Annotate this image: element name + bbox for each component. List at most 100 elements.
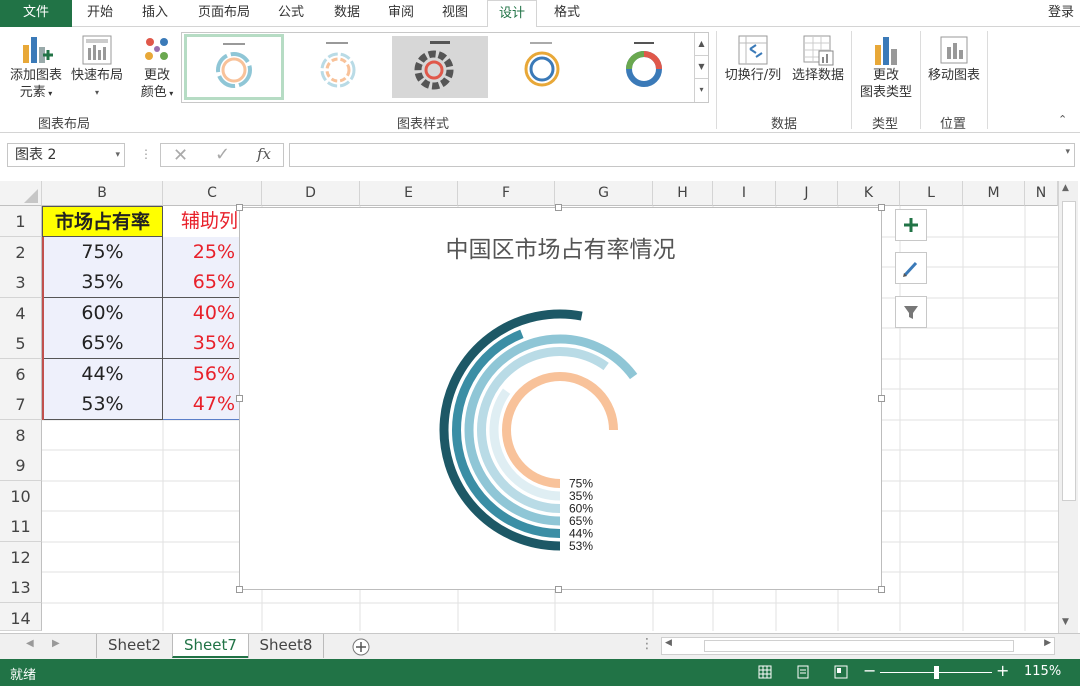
formula-input[interactable]: ▾ xyxy=(289,143,1075,167)
row-header[interactable]: 5 xyxy=(0,328,42,359)
prev-sheet-icon[interactable]: ◀ xyxy=(26,638,34,649)
column-header[interactable]: K xyxy=(838,181,900,206)
row-header[interactable]: 3 xyxy=(0,267,42,298)
scroll-thumb[interactable] xyxy=(1062,201,1076,501)
page-break-view-icon[interactable] xyxy=(834,665,848,679)
vertical-scrollbar[interactable]: ▲ ▼ xyxy=(1058,181,1078,633)
gallery-more-icon[interactable]: ▾ xyxy=(695,79,708,102)
column-header[interactable]: N xyxy=(1025,181,1058,206)
expand-formula-icon[interactable]: ▾ xyxy=(1065,147,1070,157)
chart-style-2[interactable] xyxy=(290,36,386,98)
chart-styles-button[interactable] xyxy=(895,252,927,284)
login-link[interactable]: 登录 xyxy=(1048,0,1074,26)
select-all-corner[interactable] xyxy=(0,181,42,206)
row-header[interactable]: 14 xyxy=(0,603,42,631)
resize-handle[interactable] xyxy=(878,586,885,593)
enter-icon[interactable]: ✓ xyxy=(215,144,230,165)
table-cell[interactable]: 40% xyxy=(163,298,239,329)
column-header[interactable]: E xyxy=(360,181,458,206)
resize-handle[interactable] xyxy=(878,204,885,211)
tab-design[interactable]: 设计 xyxy=(487,0,537,28)
add-sheet-icon[interactable] xyxy=(352,638,370,656)
row-header[interactable]: 12 xyxy=(0,542,42,573)
chart-style-3[interactable] xyxy=(392,36,488,98)
chart-style-1[interactable] xyxy=(184,34,284,100)
scroll-left-icon[interactable]: ◀ xyxy=(665,638,672,648)
normal-view-icon[interactable] xyxy=(758,665,772,679)
scroll-right-icon[interactable]: ▶ xyxy=(1044,638,1051,648)
table-cell[interactable]: 53% xyxy=(42,389,163,420)
scroll-up-icon[interactable]: ▲ xyxy=(1062,183,1069,193)
radial-bar[interactable] xyxy=(502,372,618,488)
tab-review[interactable]: 审阅 xyxy=(376,0,426,27)
row-header[interactable]: 6 xyxy=(0,359,42,390)
column-header[interactable]: H xyxy=(653,181,713,206)
row-header[interactable]: 4 xyxy=(0,298,42,329)
table-cell[interactable]: 65% xyxy=(42,328,163,359)
zoom-out-icon[interactable]: − xyxy=(863,661,876,680)
gallery-up-icon[interactable]: ▲ xyxy=(695,33,708,56)
scroll-thumb[interactable] xyxy=(704,640,1014,652)
column-header[interactable]: J xyxy=(776,181,838,206)
gallery-scroll[interactable]: ▲ ▼ ▾ xyxy=(694,33,708,102)
resize-handle[interactable] xyxy=(555,204,562,211)
resize-handle[interactable] xyxy=(236,204,243,211)
column-header[interactable]: B xyxy=(42,181,163,206)
chart-elements-button[interactable] xyxy=(895,209,927,241)
tab-home[interactable]: 开始 xyxy=(75,0,125,27)
column-header[interactable]: L xyxy=(900,181,963,206)
table-cell[interactable]: 35% xyxy=(163,328,239,359)
quick-layout-button[interactable]: 快速布局 ▾ xyxy=(67,33,127,101)
add-chart-element-button[interactable]: 添加图表 元素 ▾ xyxy=(6,33,66,102)
row-header[interactable]: 10 xyxy=(0,481,42,512)
tab-view[interactable]: 视图 xyxy=(430,0,480,27)
tab-file[interactable]: 文件 xyxy=(0,0,72,27)
scroll-down-icon[interactable]: ▼ xyxy=(1062,617,1069,627)
switch-row-column-button[interactable]: 切换行/列 xyxy=(720,33,786,84)
row-header[interactable]: 9 xyxy=(0,450,42,481)
tab-page-layout[interactable]: 页面布局 xyxy=(186,0,262,27)
column-header[interactable]: I xyxy=(713,181,776,206)
chart-style-4[interactable] xyxy=(494,36,590,98)
cancel-icon[interactable]: ✕ xyxy=(173,145,188,166)
sheet-tab-sheet7[interactable]: Sheet7 xyxy=(172,634,248,658)
resize-handle[interactable] xyxy=(555,586,562,593)
column-header[interactable]: D xyxy=(262,181,360,206)
name-box[interactable]: 图表 2 ▾ xyxy=(7,143,125,167)
table-cell[interactable]: 35% xyxy=(42,267,163,298)
resize-handle[interactable] xyxy=(878,395,885,402)
change-colors-button[interactable]: 更改 颜色 ▾ xyxy=(133,33,181,102)
row-header[interactable]: 7 xyxy=(0,389,42,420)
table-cell[interactable]: 25% xyxy=(163,237,239,268)
horizontal-scrollbar[interactable]: ◀ ▶ xyxy=(661,637,1055,655)
table-cell[interactable]: 75% xyxy=(42,237,163,268)
move-chart-button[interactable]: 移动图表 xyxy=(924,33,984,84)
insert-function-icon[interactable]: fx xyxy=(257,145,271,163)
chart-filters-button[interactable] xyxy=(895,296,927,328)
header-cell-market-share[interactable]: 市场占有率 xyxy=(42,206,163,237)
table-cell[interactable]: 47% xyxy=(163,389,239,420)
tab-format[interactable]: 格式 xyxy=(541,0,593,27)
zoom-level[interactable]: 115% xyxy=(1024,664,1061,679)
chart-area[interactable]: 中国区市场占有率情况 75% 35% 60% 65% 44% 53% xyxy=(239,207,882,590)
chart-style-5[interactable] xyxy=(596,36,692,98)
collapse-ribbon-icon[interactable]: ⌃ xyxy=(1058,113,1067,126)
gallery-down-icon[interactable]: ▼ xyxy=(695,56,708,79)
table-cell[interactable]: 56% xyxy=(163,359,239,390)
sheet-tab-sheet2[interactable]: Sheet2 xyxy=(96,634,172,658)
tab-data[interactable]: 数据 xyxy=(322,0,372,27)
resize-handle[interactable] xyxy=(236,395,243,402)
zoom-slider-thumb[interactable] xyxy=(934,666,939,679)
row-header[interactable]: 11 xyxy=(0,511,42,542)
row-header[interactable]: 1 xyxy=(0,206,42,237)
row-header[interactable]: 13 xyxy=(0,572,42,603)
table-cell[interactable]: 65% xyxy=(163,267,239,298)
zoom-in-icon[interactable]: + xyxy=(996,661,1009,680)
column-header[interactable]: F xyxy=(458,181,555,206)
next-sheet-icon[interactable]: ▶ xyxy=(52,638,60,649)
select-data-button[interactable]: 选择数据 xyxy=(788,33,848,84)
page-layout-view-icon[interactable] xyxy=(796,665,810,679)
sheet-tab-sheet8[interactable]: Sheet8 xyxy=(248,634,324,658)
row-header[interactable]: 8 xyxy=(0,420,42,451)
table-cell[interactable]: 60% xyxy=(42,298,163,329)
